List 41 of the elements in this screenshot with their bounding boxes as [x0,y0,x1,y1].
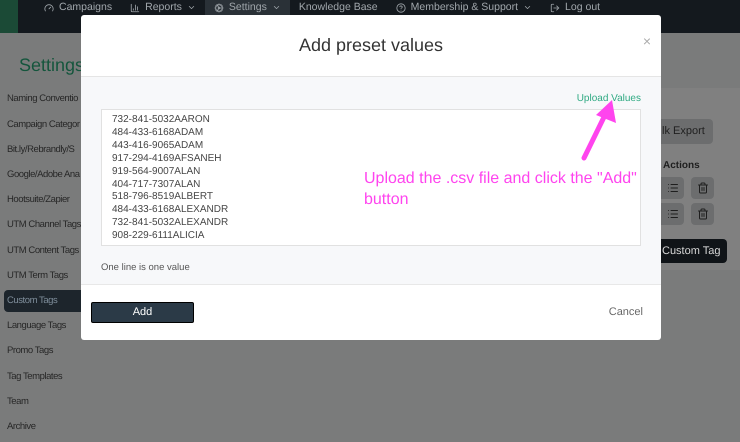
nav-item[interactable]: Membership & Support [386,0,542,15]
trash-icon [696,208,708,220]
nav-item[interactable]: Settings [204,0,290,15]
settings-icon [214,2,224,12]
sidebar-item[interactable]: Team [4,390,34,413]
modal-title: Add preset values [298,34,444,57]
column-header: Actions [663,158,701,172]
nav-item[interactable]: Log out [541,0,610,15]
nav-item[interactable]: Reports [121,0,205,15]
help-icon [396,2,406,12]
hint-text: One line is one value [101,261,191,275]
annotation-text: Upload the .csv file and click the "Add" button [364,169,638,210]
list-button[interactable] [661,202,684,224]
gauge-icon [44,2,54,12]
nav-item[interactable]: Campaigns [35,0,122,15]
sidebar-item[interactable]: Language Tags [4,315,72,338]
sidebar-item[interactable]: UTM Content Tags [4,240,85,262]
sidebar-item[interactable]: UTM Term Tags [4,264,74,287]
list-button[interactable] [661,176,684,198]
logout-icon [550,2,560,12]
delete-button[interactable] [691,176,714,198]
caret-icon [272,3,281,12]
sidebar-item[interactable]: Bit.ly/Rebrandly/S [4,138,80,161]
upload-values-link[interactable]: Upload Values [576,91,641,106]
trash-icon [696,182,708,194]
bar-chart-icon [130,2,140,12]
caret-icon [186,3,196,12]
close-button[interactable]: × [642,31,651,52]
cancel-button[interactable]: Cancel [608,304,643,321]
page-title: Settings [18,54,86,77]
bulk-export-button[interactable]: lk Export [661,119,713,144]
add-custom-tag-button[interactable]: Custom Tag [661,238,726,263]
caret-icon [523,3,532,12]
sidebar-item[interactable]: Archive [4,416,42,438]
sidebar-item[interactable]: Naming Conventio [4,88,84,111]
delete-button[interactable] [691,202,714,224]
sidebar-item[interactable]: Hootsuite/Zapier [4,189,76,212]
nav-item[interactable]: Knowledge Base [290,0,387,15]
add-button[interactable]: Add [91,302,194,323]
sidebar-item[interactable]: Tag Templates [4,366,68,388]
sidebar-item[interactable]: Promo Tags [4,340,60,362]
